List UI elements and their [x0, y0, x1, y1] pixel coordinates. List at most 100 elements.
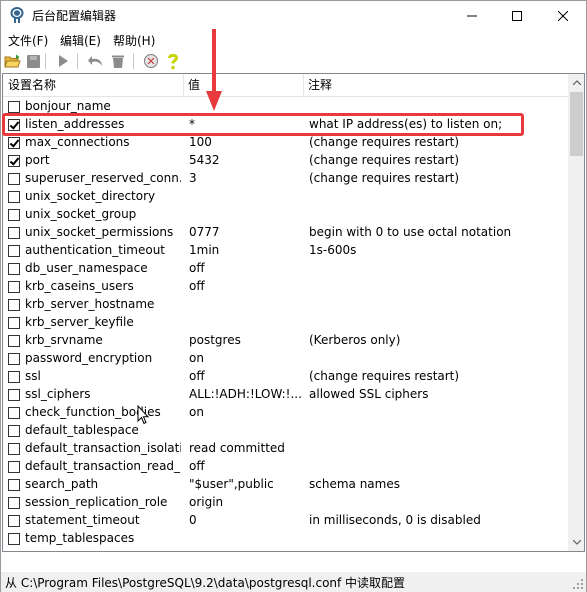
setting-value[interactable]: on	[189, 351, 301, 365]
setting-value[interactable]: on	[189, 405, 301, 419]
open-button[interactable]	[3, 52, 21, 70]
save-button[interactable]	[24, 52, 42, 70]
row-checkbox[interactable]	[8, 515, 20, 527]
setting-value[interactable]: 100	[189, 135, 301, 149]
vertical-scrollbar[interactable]	[568, 74, 584, 551]
row-checkbox[interactable]	[8, 137, 20, 149]
scroll-thumb[interactable]	[570, 92, 583, 156]
table-row[interactable]: password_encryption on	[3, 350, 568, 368]
setting-note: (change requires restart)	[309, 369, 460, 383]
setting-name: ssl	[25, 369, 41, 383]
table-row[interactable]: unix_socket_directory	[3, 188, 568, 206]
minimize-button[interactable]	[449, 1, 495, 30]
row-checkbox[interactable]	[8, 479, 20, 491]
row-checkbox[interactable]	[8, 443, 20, 455]
row-checkbox[interactable]	[8, 263, 20, 275]
table-row[interactable]: ssl_ciphers ALL:!ADH:!LOW:!... allowed SSL…	[3, 386, 568, 404]
setting-value[interactable]: 5432	[189, 153, 301, 167]
row-checkbox[interactable]	[8, 353, 20, 365]
table-row[interactable]: krb_server_keyfile	[3, 314, 568, 332]
scroll-down-button[interactable]	[568, 534, 584, 551]
column-header-name[interactable]: 设置名称	[3, 74, 183, 97]
row-checkbox[interactable]	[8, 497, 20, 509]
table-row[interactable]: krb_srvname postgres (Kerberos only)	[3, 332, 568, 350]
menu-file[interactable]: 文件(F)	[8, 32, 48, 49]
title-bar[interactable]: 后台配置编辑器	[1, 1, 586, 30]
close-button[interactable]	[540, 1, 586, 30]
menu-edit[interactable]: 编辑(E)	[60, 32, 101, 49]
setting-value[interactable]: 1min	[189, 243, 301, 257]
table-row[interactable]: check_function_bodies on	[3, 404, 568, 422]
setting-value[interactable]: off	[189, 459, 301, 473]
setting-value[interactable]: 3	[189, 171, 301, 185]
run-button[interactable]	[54, 52, 72, 70]
table-row[interactable]: db_user_namespace off	[3, 260, 568, 278]
open-folder-icon	[3, 54, 21, 67]
row-checkbox[interactable]	[8, 335, 20, 347]
table-row[interactable]: authentication_timeout 1min 1s-600s	[3, 242, 568, 260]
setting-value[interactable]: postgres	[189, 333, 301, 347]
row-checkbox[interactable]	[8, 227, 20, 239]
table-row[interactable]: krb_server_hostname	[3, 296, 568, 314]
row-checkbox[interactable]	[8, 389, 20, 401]
setting-value[interactable]: read committed	[189, 441, 301, 455]
table-row[interactable]: port 5432 (change requires restart)	[3, 152, 568, 170]
row-checkbox[interactable]	[8, 425, 20, 437]
play-icon	[59, 55, 68, 67]
setting-value[interactable]: off	[189, 261, 301, 275]
row-checkbox[interactable]	[8, 317, 20, 329]
table-row[interactable]: unix_socket_group	[3, 206, 568, 224]
row-checkbox[interactable]	[8, 299, 20, 311]
setting-value[interactable]: 0777	[189, 225, 301, 239]
setting-value[interactable]: off	[189, 279, 301, 293]
row-checkbox[interactable]	[8, 245, 20, 257]
setting-name: unix_socket_group	[25, 207, 137, 221]
plugin-button[interactable]	[142, 52, 160, 70]
setting-note: schema names	[309, 477, 400, 491]
setting-value[interactable]: 0	[189, 513, 301, 527]
column-header-note[interactable]: 注释	[303, 74, 568, 97]
table-row[interactable]: search_path "$user",public schema names	[3, 476, 568, 494]
row-checkbox[interactable]	[8, 407, 20, 419]
row-checkbox[interactable]	[8, 371, 20, 383]
table-row[interactable]: session_replication_role origin	[3, 494, 568, 512]
row-checkbox[interactable]	[8, 173, 20, 185]
delete-button[interactable]	[109, 52, 127, 70]
row-checkbox[interactable]	[8, 281, 20, 293]
undo-button[interactable]	[87, 52, 105, 70]
maximize-button[interactable]	[494, 1, 540, 30]
menu-help[interactable]: 帮助(H)	[113, 32, 155, 49]
toolbar-separator	[133, 53, 134, 69]
row-checkbox[interactable]	[8, 155, 20, 167]
settings-list[interactable]: 设置名称 值 注释 bonjour_name listen_addresses * w…	[2, 73, 585, 552]
table-row[interactable]: default_transaction_isolation read commit…	[3, 440, 568, 458]
row-checkbox[interactable]	[8, 191, 20, 203]
table-row[interactable]: krb_caseins_users off	[3, 278, 568, 296]
setting-note: (change requires restart)	[309, 171, 460, 185]
table-row[interactable]: unix_socket_permissions 0777 begin with 0 …	[3, 224, 568, 242]
row-checkbox[interactable]	[8, 461, 20, 473]
status-text: 从 C:\Program Files\PostgreSQL\9.2\data\p…	[5, 576, 406, 590]
table-row[interactable]: temp_tablespaces	[3, 530, 568, 548]
column-header-value[interactable]: 值	[183, 74, 303, 97]
minimize-icon	[467, 15, 477, 16]
table-row[interactable]: superuser_reserved_conn... 3 (change requi…	[3, 170, 568, 188]
setting-value[interactable]: ALL:!ADH:!LOW:!...	[189, 387, 301, 401]
setting-note: allowed SSL ciphers	[309, 387, 429, 401]
table-row[interactable]: statement_timeout 0 in milliseconds, 0 is …	[3, 512, 568, 530]
table-row[interactable]: default_tablespace	[3, 422, 568, 440]
resize-grip-icon[interactable]	[572, 578, 584, 590]
table-row[interactable]: max_connections 100 (change requires resta…	[3, 134, 568, 152]
setting-value[interactable]: origin	[189, 495, 301, 509]
setting-value[interactable]: "$user",public	[189, 477, 301, 491]
row-checkbox[interactable]	[8, 533, 20, 545]
scroll-up-button[interactable]	[568, 74, 584, 91]
row-checkbox[interactable]	[8, 101, 20, 113]
setting-value[interactable]: off	[189, 369, 301, 383]
table-row[interactable]: default_transaction_read_... off	[3, 458, 568, 476]
help-button[interactable]	[164, 52, 182, 70]
table-row[interactable]: ssl off (change requires restart)	[3, 368, 568, 386]
setting-name: krb_server_keyfile	[25, 315, 134, 329]
row-checkbox[interactable]	[8, 209, 20, 221]
toolbar-separator	[77, 53, 78, 69]
